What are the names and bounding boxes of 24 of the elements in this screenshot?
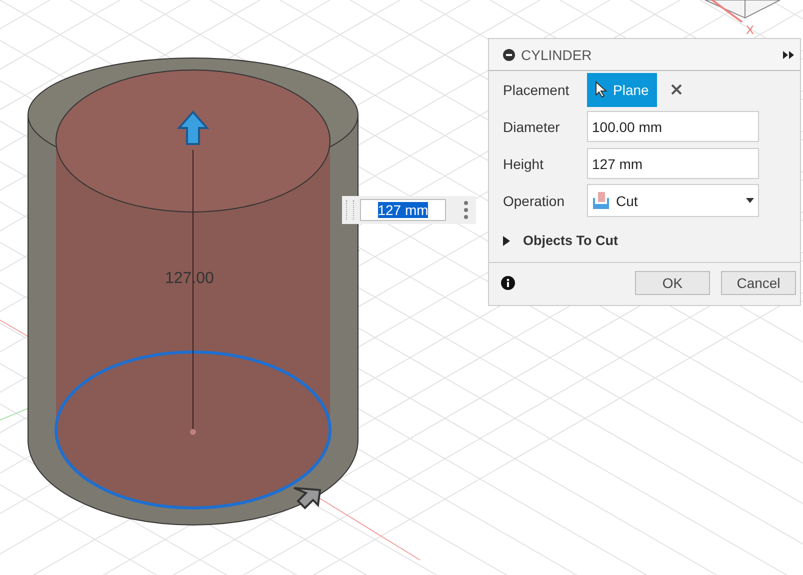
more-options-icon[interactable] — [464, 201, 468, 219]
section-toggle[interactable]: Objects To Cut — [503, 223, 618, 262]
dialog-button[interactable]: Cancel — [721, 271, 796, 295]
field-label: Height — [503, 156, 544, 172]
input-field[interactable]: 127 mm — [587, 148, 759, 179]
close-icon[interactable] — [670, 84, 682, 95]
dropdown[interactable]: Cut — [587, 184, 759, 217]
collapse-icon[interactable] — [503, 48, 515, 60]
field-label: Operation — [503, 192, 566, 208]
drag-handle-icon[interactable] — [346, 200, 354, 220]
caret-right-icon — [503, 236, 511, 246]
info-icon[interactable] — [501, 276, 515, 290]
field-label: Diameter — [503, 118, 561, 134]
cursor-icon — [595, 81, 607, 98]
caret-icon — [746, 198, 754, 203]
dialog-title: CYLINDER — [521, 46, 593, 62]
dialog-button[interactable]: OK — [635, 271, 710, 295]
arrow-icon[interactable] — [293, 487, 322, 510]
expand-icon[interactable] — [783, 50, 794, 58]
input-field[interactable]: 100.00 mm — [587, 111, 759, 142]
field-label: Placement — [503, 82, 570, 98]
arrow-up-icon[interactable] — [176, 110, 210, 145]
input-field[interactable]: 127 mm — [360, 199, 446, 221]
cut-icon — [592, 192, 610, 210]
